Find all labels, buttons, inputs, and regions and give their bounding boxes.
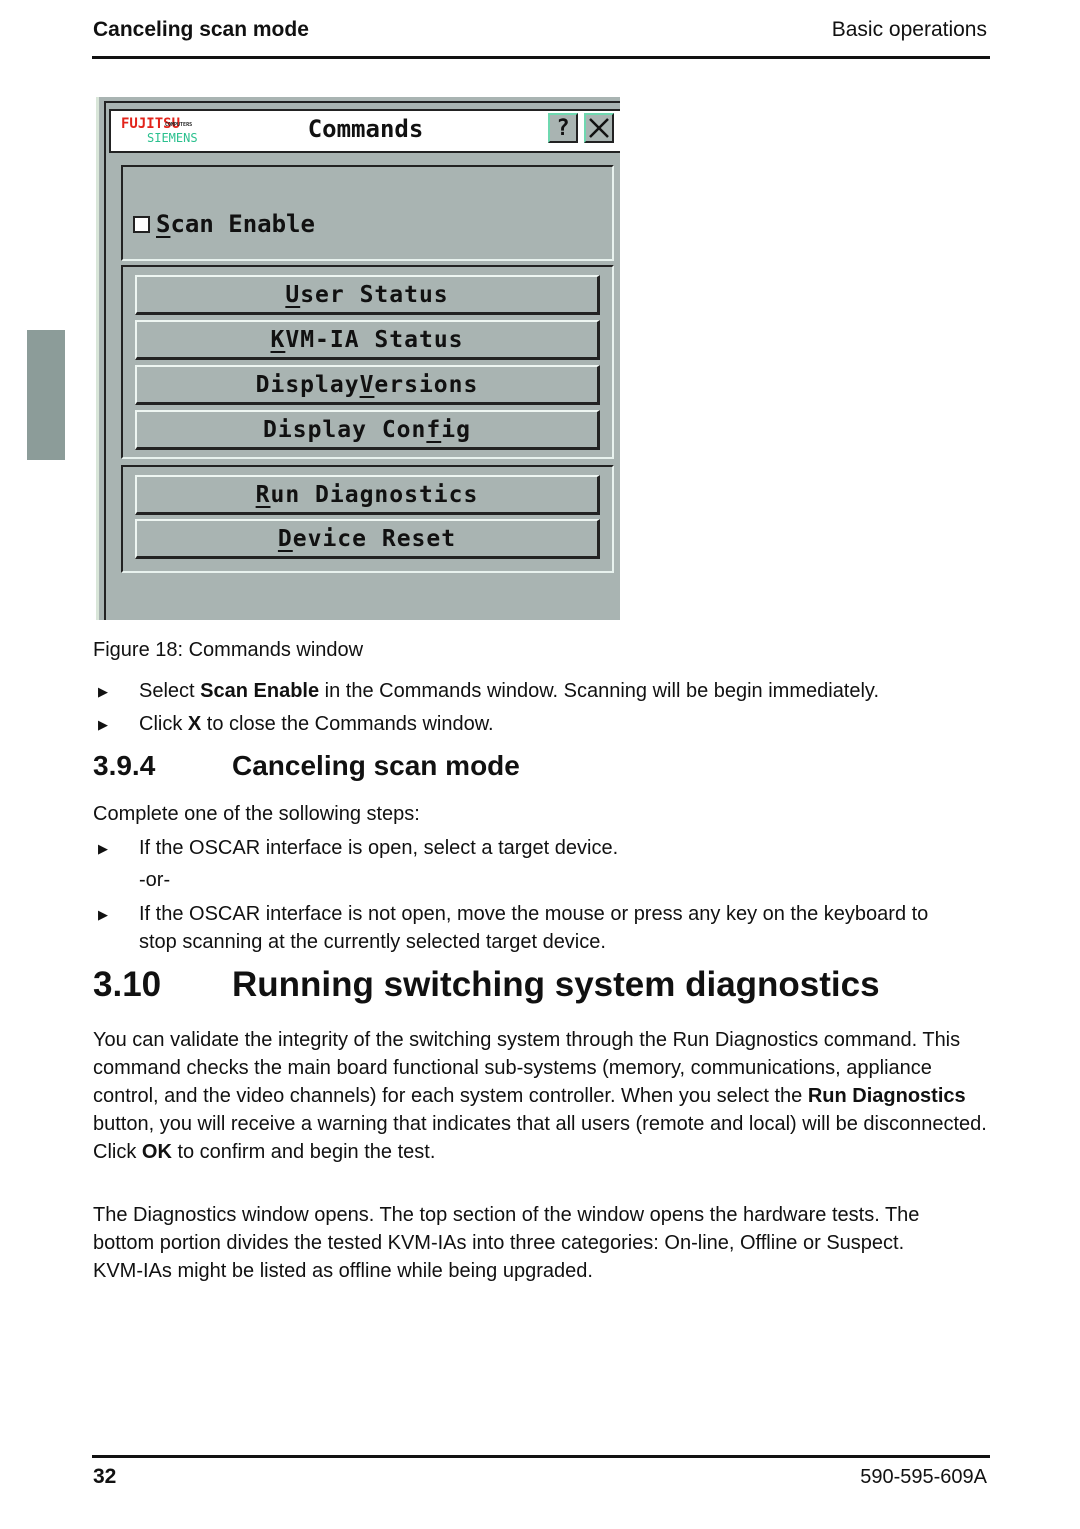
bullet-icon: ▶ (98, 717, 108, 732)
checkbox-box (133, 215, 150, 233)
status-group: User Status K VM-IA Status Display Versio… (121, 265, 614, 459)
window-frame: FUJITSU COMPUTERS SIEMENS Commands ? Sca… (104, 101, 620, 620)
bullet-icon: ▶ (98, 684, 108, 699)
document-number: 590-595-609A (860, 1466, 987, 1488)
window-title: Commands (307, 115, 424, 143)
step-select-scan-enable: Select Scan Enable in the Commands windo… (139, 680, 880, 702)
diagnostics-paragraph-1: You can validate the integrity of the sw… (93, 1029, 987, 1163)
chapter-side-tab (27, 330, 65, 460)
section-heading-3-10: 3.10 Running switching system diagnostics (93, 965, 880, 1004)
cancel-step-2: If the OSCAR interface is not open, move… (139, 903, 929, 953)
help-button[interactable]: ? (548, 113, 578, 143)
section-intro: Complete one of the sollowing steps: (93, 803, 420, 825)
diagnostics-paragraph-2: The Diagnostics window opens. The top se… (93, 1204, 920, 1282)
commands-window: FUJITSU COMPUTERS SIEMENS Commands ? Sca… (96, 97, 620, 620)
display-config-button[interactable]: Display Con f ig (135, 410, 600, 450)
question-mark-icon: ? (556, 115, 570, 141)
display-versions-button[interactable]: Display Versions (135, 365, 600, 405)
page-number: 32 (93, 1465, 117, 1488)
cancel-step-1: If the OSCAR interface is open, select a… (139, 837, 619, 859)
step-click-x: Click X to close the Commands window. (139, 713, 494, 735)
bullet-icon: ▶ (98, 841, 108, 856)
close-icon (589, 118, 609, 138)
kvm-ia-status-button[interactable]: K VM-IA Status (135, 320, 600, 360)
running-header-chapter: Basic operations (831, 18, 987, 41)
section-heading-3-9-4: 3.9.4 Canceling scan mode (93, 750, 520, 781)
run-diagnostics-button[interactable]: Run Diagnostics (135, 475, 600, 515)
actions-group: Run Diagnostics Device Reset (121, 465, 614, 573)
close-button[interactable] (584, 113, 614, 143)
user-status-button[interactable]: User Status (135, 275, 600, 315)
device-reset-button[interactable]: Device Reset (135, 519, 600, 559)
footer-rule (92, 1455, 990, 1458)
scan-group: Scan Enable (121, 165, 614, 261)
running-header-section: Canceling scan mode (93, 18, 309, 41)
scan-enable-checkbox[interactable]: Scan Enable (133, 210, 315, 238)
header-rule (92, 56, 990, 59)
or-separator: -or- (139, 869, 171, 891)
figure-caption: Figure 18: Commands window (93, 639, 364, 661)
scan-enable-label: Scan Enable (156, 210, 315, 238)
bullet-icon: ▶ (98, 907, 108, 922)
window-titlebar: FUJITSU COMPUTERS SIEMENS Commands ? (109, 109, 620, 153)
